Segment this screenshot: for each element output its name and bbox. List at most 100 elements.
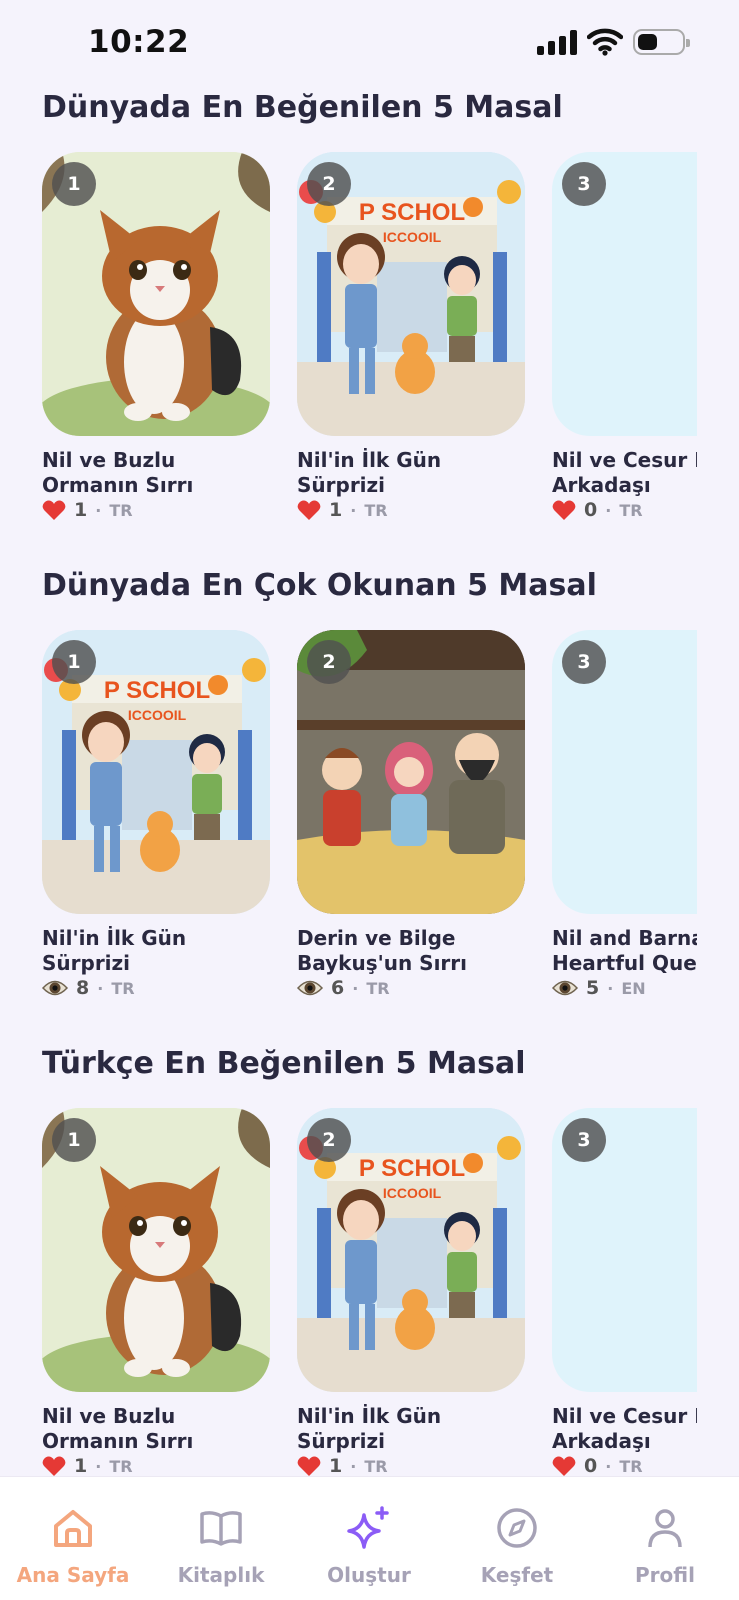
compass-icon bbox=[497, 1508, 537, 1548]
eye-icon bbox=[297, 980, 323, 996]
story-title[interactable]: Nil ve Buzlu Ormanın Sırrı bbox=[42, 1404, 270, 1454]
meta-separator: · bbox=[607, 978, 614, 998]
meta-separator: · bbox=[97, 978, 104, 998]
story-count: 1 bbox=[74, 1455, 88, 1477]
story-language: TR bbox=[364, 500, 388, 520]
story-title[interactable]: Nil and Barnab Heartful Ques bbox=[552, 926, 697, 976]
eye-icon bbox=[552, 980, 578, 996]
story-meta: 1 · TR bbox=[297, 1455, 525, 1477]
story-cover[interactable]: 2 bbox=[297, 630, 525, 914]
nav-create[interactable]: Oluştur bbox=[304, 1505, 434, 1587]
meta-separator: · bbox=[95, 1456, 102, 1476]
nav-home-label: Ana Sayfa bbox=[16, 1563, 130, 1587]
story-meta: 1 · TR bbox=[297, 499, 525, 521]
story-section: Dünyada En Çok Okunan 5 Masal P SCHOL IC… bbox=[0, 568, 739, 1028]
wifi-icon bbox=[587, 28, 623, 56]
nav-profile[interactable]: Profil bbox=[600, 1505, 730, 1587]
rank-badge: 3 bbox=[562, 1118, 606, 1162]
story-language: EN bbox=[621, 978, 646, 998]
story-section: Dünyada En Beğenilen 5 Masal 1 Nil ve Bu… bbox=[0, 90, 739, 550]
meta-separator: · bbox=[95, 500, 102, 520]
section-title: Türkçe En Beğenilen 5 Masal bbox=[42, 1046, 526, 1081]
story-title[interactable]: Nil ve Cesur Kö Arkadaşı bbox=[552, 448, 697, 498]
story-card[interactable]: P SCHOL ICCOOIL 2 Nil'in İlk Gün Sürpriz… bbox=[297, 152, 525, 521]
meta-separator: · bbox=[350, 500, 357, 520]
battery-icon bbox=[633, 29, 690, 55]
story-cover[interactable]: P SCHOL ICCOOIL 2 bbox=[297, 1108, 525, 1392]
story-count: 1 bbox=[329, 499, 343, 521]
home-icon bbox=[54, 1510, 92, 1547]
story-card[interactable]: 2 Derin ve Bilge Baykuş'un Sırrı 6 · TR bbox=[297, 630, 525, 999]
nav-library[interactable]: Kitaplık bbox=[156, 1505, 286, 1587]
sparkle-icon bbox=[347, 1506, 389, 1549]
story-card[interactable]: 1 Nil ve Buzlu Ormanın Sırrı 1 · TR bbox=[42, 1108, 270, 1477]
nav-create-label: Oluştur bbox=[327, 1563, 411, 1587]
story-count: 8 bbox=[76, 977, 90, 999]
story-count: 1 bbox=[329, 1455, 343, 1477]
school-sub-text: ICCOOIL bbox=[383, 229, 442, 245]
story-title[interactable]: Nil'in İlk Gün Sürprizi bbox=[42, 926, 270, 976]
story-cover[interactable]: 🤝 3 bbox=[552, 152, 697, 436]
nav-explore-label: Keşfet bbox=[480, 1563, 554, 1587]
story-carousel[interactable]: P SCHOL ICCOOIL 1 Nil'in İlk Gün Sürpriz… bbox=[42, 630, 697, 1010]
heart-icon bbox=[42, 500, 66, 520]
rank-badge: 3 bbox=[562, 640, 606, 684]
story-count: 0 bbox=[584, 499, 598, 521]
story-title[interactable]: Nil'in İlk Gün Sürprizi bbox=[297, 448, 525, 498]
nav-library-label: Kitaplık bbox=[177, 1563, 265, 1587]
nav-profile-label: Profil bbox=[635, 1563, 695, 1587]
story-language: TR bbox=[109, 1456, 133, 1476]
nav-home[interactable]: Ana Sayfa bbox=[8, 1505, 138, 1587]
story-title[interactable]: Nil ve Cesur Kö Arkadaşı bbox=[552, 1404, 697, 1454]
section-title: Dünyada En Çok Okunan 5 Masal bbox=[42, 568, 597, 603]
story-card[interactable]: P SCHOL ICCOOIL 1 Nil'in İlk Gün Sürpriz… bbox=[42, 630, 270, 999]
story-language: TR bbox=[619, 500, 643, 520]
story-cover[interactable]: 1 bbox=[42, 1108, 270, 1392]
school-sign-text: P SCHOL bbox=[104, 677, 210, 704]
story-cover[interactable]: P SCHOL ICCOOIL 1 bbox=[42, 630, 270, 914]
story-meta: 1 · TR bbox=[42, 499, 270, 521]
story-count: 5 bbox=[586, 977, 600, 999]
story-language: TR bbox=[366, 978, 390, 998]
story-language: TR bbox=[619, 1456, 643, 1476]
status-time: 10:22 bbox=[88, 24, 190, 60]
story-cover[interactable]: 🤝 3 bbox=[552, 1108, 697, 1392]
heart-icon bbox=[552, 1456, 576, 1476]
battery-level bbox=[638, 34, 658, 50]
story-meta: 5 · EN bbox=[552, 977, 697, 999]
status-icons bbox=[537, 28, 690, 56]
story-meta: 1 · TR bbox=[42, 1455, 270, 1477]
story-card[interactable]: 🤝 3 Nil ve Cesur Kö Arkadaşı 0 · TR bbox=[552, 152, 697, 521]
heart-icon bbox=[297, 500, 321, 520]
story-count: 6 bbox=[331, 977, 345, 999]
story-card[interactable]: 🤝 3 Nil ve Cesur Kö Arkadaşı 0 · TR bbox=[552, 1108, 697, 1477]
story-card[interactable]: 1 Nil ve Buzlu Ormanın Sırrı 1 · TR bbox=[42, 152, 270, 521]
story-count: 0 bbox=[584, 1455, 598, 1477]
story-title[interactable]: Nil'in İlk Gün Sürprizi bbox=[297, 1404, 525, 1454]
story-meta: 0 · TR bbox=[552, 1455, 697, 1477]
school-sub-text: ICCOOIL bbox=[128, 707, 187, 723]
meta-separator: · bbox=[352, 978, 359, 998]
rank-badge: 1 bbox=[52, 640, 96, 684]
heart-icon bbox=[297, 1456, 321, 1476]
story-carousel[interactable]: 1 Nil ve Buzlu Ormanın Sırrı 1 · TR P SC… bbox=[42, 1108, 697, 1488]
heart-icon bbox=[42, 1456, 66, 1476]
status-bar: 10:22 bbox=[0, 0, 739, 86]
story-title[interactable]: Derin ve Bilge Baykuş'un Sırrı bbox=[297, 926, 525, 976]
rank-badge: 3 bbox=[562, 162, 606, 206]
nav-explore[interactable]: Keşfet bbox=[452, 1505, 582, 1587]
story-cover[interactable]: P SCHOL ICCOOIL 2 bbox=[297, 152, 525, 436]
story-language: TR bbox=[364, 1456, 388, 1476]
bottom-nav: Ana Sayfa Kitaplık Oluştur Keşfet Profil bbox=[0, 1476, 739, 1600]
meta-separator: · bbox=[605, 500, 612, 520]
story-cover[interactable]: ❤️ 3 bbox=[552, 630, 697, 914]
book-icon bbox=[200, 1511, 242, 1546]
story-card[interactable]: P SCHOL ICCOOIL 2 Nil'in İlk Gün Sürpriz… bbox=[297, 1108, 525, 1477]
story-carousel[interactable]: 1 Nil ve Buzlu Ormanın Sırrı 1 · TR P SC… bbox=[42, 152, 697, 532]
story-card[interactable]: ❤️ 3 Nil and Barnab Heartful Ques 5 · EN bbox=[552, 630, 697, 999]
meta-separator: · bbox=[605, 1456, 612, 1476]
story-meta: 8 · TR bbox=[42, 977, 270, 999]
story-section: Türkçe En Beğenilen 5 Masal 1 Nil ve Buz… bbox=[0, 1046, 739, 1506]
story-title[interactable]: Nil ve Buzlu Ormanın Sırrı bbox=[42, 448, 270, 498]
story-cover[interactable]: 1 bbox=[42, 152, 270, 436]
